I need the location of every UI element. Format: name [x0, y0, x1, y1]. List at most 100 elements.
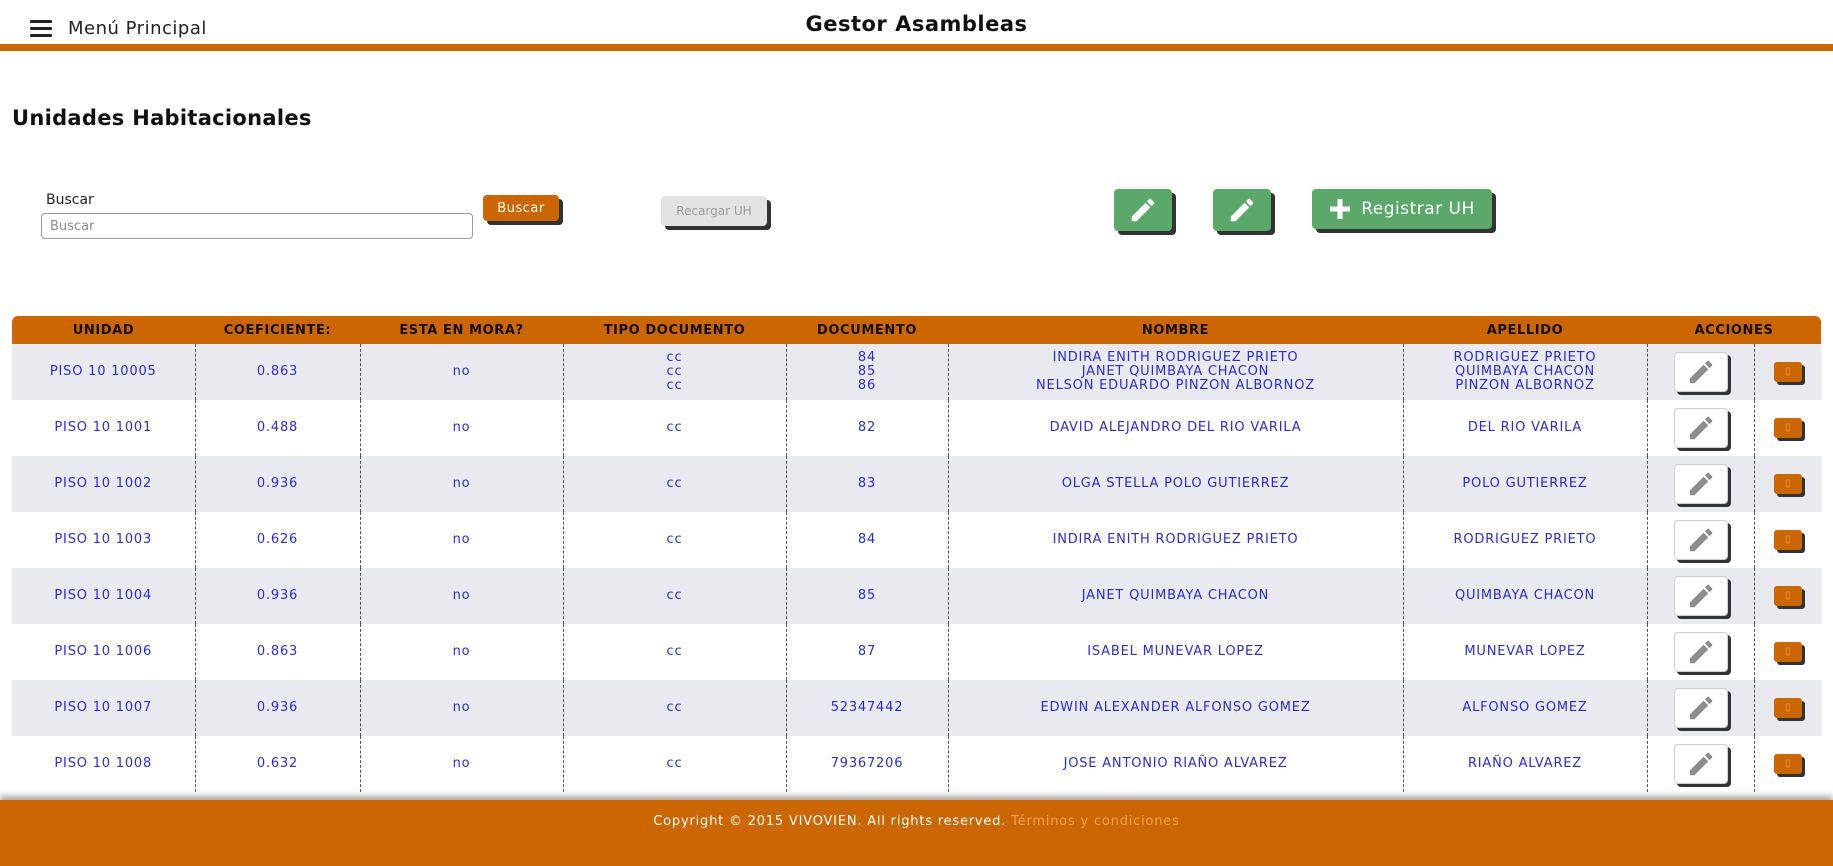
cell-coeficiente: 0.863 — [194, 624, 360, 680]
cell-mora: no — [359, 456, 563, 512]
col-header-acciones: ACCIONES — [1647, 316, 1821, 344]
row-edit-button[interactable] — [1673, 688, 1728, 728]
cell-apellido: RODRIGUEZ PRIETO — [1402, 512, 1647, 568]
edit-button-2[interactable] — [1213, 189, 1271, 231]
cell-tipo-line: cc — [666, 700, 683, 715]
row-edit-button[interactable] — [1673, 744, 1728, 784]
edit-button-1[interactable] — [1114, 189, 1172, 231]
table-row: PISO 10 1002 0.936 no cc 83 OLGA STELLA POLO … — [12, 456, 1821, 512]
table-row: PISO 10 1003 0.626 no cc 84 INDIRA ENITH RODR… — [12, 512, 1821, 568]
trash-icon: ▯ — [1784, 534, 1791, 545]
row-edit-button[interactable] — [1673, 464, 1728, 504]
cell-documento-line: 85 — [857, 364, 877, 379]
reload-uh-button[interactable]: Recargar UH — [661, 196, 767, 226]
cell-tipo-line: cc — [666, 350, 683, 365]
cell-edit-action — [1646, 400, 1754, 456]
cell-mora: no — [359, 400, 563, 456]
cell-apellido: MUNEVAR LOPEZ — [1402, 624, 1647, 680]
cell-apellido-line: ALFONSO GOMEZ — [1462, 700, 1588, 715]
cell-apellido: ALFONSO GOMEZ — [1402, 680, 1647, 736]
units-table: UNIDAD COEFICIENTE: ESTA EN MORA? TIPO D… — [12, 316, 1821, 792]
table-header-row: UNIDAD COEFICIENTE: ESTA EN MORA? TIPO D… — [12, 316, 1821, 344]
search-input[interactable] — [41, 213, 473, 239]
app-title: Gestor Asambleas — [805, 12, 1028, 36]
cell-nombre-line: INDIRA ENITH RODRIGUEZ PRIETO — [1052, 350, 1299, 365]
cell-edit-action — [1646, 568, 1754, 624]
col-header-apellido: APELLIDO — [1403, 316, 1647, 344]
cell-documento: 52347442 — [785, 680, 948, 736]
cell-tipo-line: cc — [666, 588, 683, 603]
pencil-icon — [1689, 584, 1712, 608]
cell-tipo-line: cc — [666, 378, 683, 393]
row-delete-button[interactable]: ▯ — [1773, 530, 1802, 550]
col-header-documento: DOCUMENTO — [786, 316, 948, 344]
cell-documento-line: 83 — [857, 476, 877, 491]
trash-icon: ▯ — [1784, 758, 1791, 769]
cell-tipo-documento: cc — [562, 456, 786, 512]
cell-apellido-line: RODRIGUEZ PRIETO — [1453, 350, 1597, 365]
pencil-icon — [1689, 528, 1712, 552]
row-edit-button[interactable] — [1673, 520, 1728, 560]
pencil-icon — [1689, 752, 1712, 776]
search-button[interactable]: Buscar — [483, 195, 559, 221]
row-edit-button[interactable] — [1673, 576, 1728, 616]
row-delete-button[interactable]: ▯ — [1773, 754, 1802, 774]
cell-tipo-line: cc — [666, 644, 683, 659]
cell-nombre: DAVID ALEJANDRO DEL RIO VARILA — [947, 400, 1403, 456]
footer-copyright: Copyright © 2015 VIVOVIEN. All rights re… — [653, 814, 1007, 829]
row-edit-button[interactable] — [1673, 352, 1728, 392]
cell-nombre-line: EDWIN ALEXANDER ALFONSO GOMEZ — [1040, 700, 1311, 715]
row-delete-button[interactable]: ▯ — [1773, 698, 1802, 718]
cell-apellido: QUIMBAYA CHACON — [1402, 568, 1647, 624]
cell-edit-action — [1646, 344, 1754, 400]
pencil-icon — [1230, 198, 1254, 222]
col-header-tipo-documento: TIPO DOCUMENTO — [563, 316, 786, 344]
cell-documento-line: 52347442 — [830, 700, 904, 715]
cell-documento: 79367206 — [785, 736, 948, 792]
row-edit-button[interactable] — [1673, 632, 1728, 672]
pencil-icon — [1689, 696, 1712, 720]
cell-tipo-documento: cc — [562, 680, 786, 736]
table-row: PISO 10 1006 0.863 no cc 87 ISABEL MUNEVAR LO… — [12, 624, 1821, 680]
cell-unidad: PISO 10 1008 — [12, 736, 195, 792]
cell-apellido-line: POLO GUTIERREZ — [1462, 476, 1588, 491]
row-delete-button[interactable]: ▯ — [1773, 642, 1802, 662]
row-delete-button[interactable]: ▯ — [1773, 586, 1802, 606]
table-row: PISO 10 1001 0.488 no cc 82 DAVID ALEJANDRO D… — [12, 400, 1821, 456]
cell-edit-action — [1646, 456, 1754, 512]
cell-coeficiente: 0.936 — [194, 568, 360, 624]
cell-coeficiente: 0.632 — [194, 736, 360, 792]
cell-edit-action — [1646, 680, 1754, 736]
cell-nombre-line: ISABEL MUNEVAR LOPEZ — [1087, 644, 1264, 659]
cell-mora: no — [359, 680, 563, 736]
trash-icon: ▯ — [1784, 366, 1791, 377]
register-uh-button[interactable]: Registrar UH — [1312, 189, 1492, 229]
cell-apellido-line: RODRIGUEZ PRIETO — [1453, 532, 1597, 547]
header-divider — [0, 44, 1833, 51]
cell-delete-action: ▯ — [1753, 736, 1821, 792]
cell-tipo-line: cc — [666, 420, 683, 435]
cell-nombre-line: INDIRA ENITH RODRIGUEZ PRIETO — [1052, 532, 1299, 547]
col-header-mora: ESTA EN MORA? — [360, 316, 563, 344]
cell-documento-line: 84 — [857, 532, 877, 547]
cell-unidad: PISO 10 1003 — [12, 512, 195, 568]
cell-tipo-documento: cc — [562, 736, 786, 792]
row-delete-button[interactable]: ▯ — [1773, 474, 1802, 494]
trash-icon: ▯ — [1784, 646, 1791, 657]
row-delete-button[interactable]: ▯ — [1773, 418, 1802, 438]
cell-apellido-line: MUNEVAR LOPEZ — [1464, 644, 1586, 659]
cell-coeficiente: 0.488 — [194, 400, 360, 456]
row-edit-button[interactable] — [1673, 408, 1728, 448]
cell-tipo-documento: cc — [562, 512, 786, 568]
cell-apellido-line: DEL RIO VARILA — [1467, 420, 1583, 435]
cell-documento-line: 85 — [857, 588, 877, 603]
cell-tipo-documento: cc — [562, 568, 786, 624]
trash-icon: ▯ — [1784, 590, 1791, 601]
cell-apellido-line: RIAÑO ALVAREZ — [1467, 756, 1583, 771]
pencil-icon — [1689, 360, 1712, 384]
cell-coeficiente: 0.863 — [194, 344, 360, 400]
cell-documento-line: 82 — [857, 420, 877, 435]
terms-link[interactable]: Términos y condiciones — [1011, 814, 1180, 829]
row-delete-button[interactable]: ▯ — [1773, 362, 1802, 382]
cell-nombre: JANET QUIMBAYA CHACON — [947, 568, 1403, 624]
